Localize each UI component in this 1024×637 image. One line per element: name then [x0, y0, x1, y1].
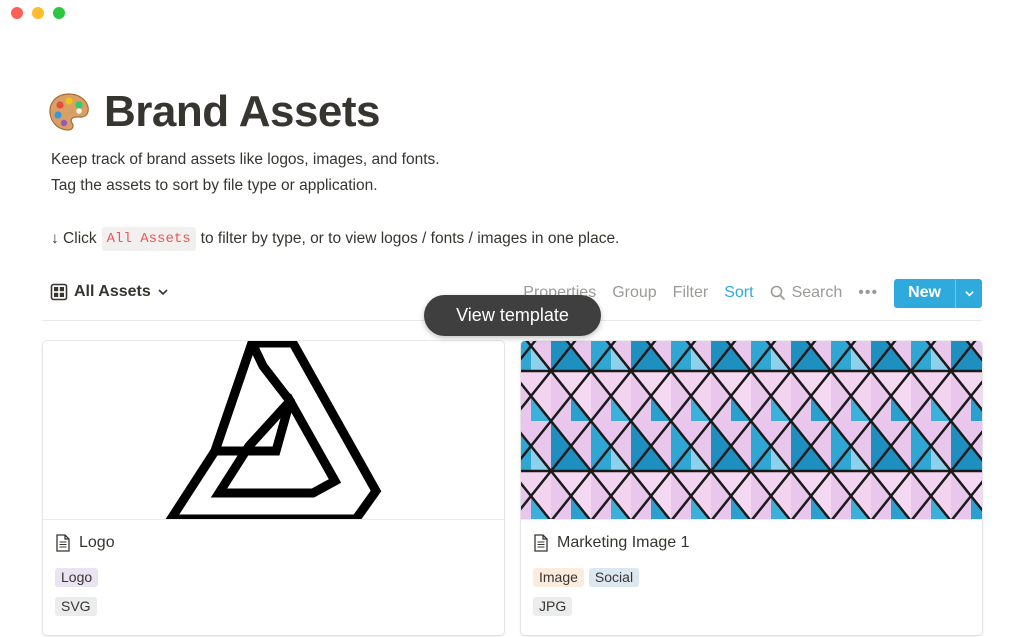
- card-cover-image: [521, 341, 982, 520]
- gallery-card-logo[interactable]: Logo Logo SVG: [43, 341, 504, 635]
- tag-jpg: JPG: [533, 597, 573, 616]
- gallery-icon: [50, 283, 68, 301]
- page-icon: [56, 534, 70, 552]
- tag-social: Social: [588, 568, 640, 587]
- card-tags-format: JPG: [533, 597, 573, 616]
- view-label: All Assets: [74, 283, 151, 300]
- artist-palette-icon[interactable]: [46, 89, 92, 135]
- impossible-triangle-logo: [165, 341, 382, 519]
- filter-button[interactable]: Filter: [673, 284, 709, 302]
- card-title: Logo: [55, 534, 115, 552]
- chevron-down-icon: [158, 289, 168, 296]
- page-description-line-2: Tag the assets to sort by file type or a…: [51, 177, 378, 194]
- card-title-text: Logo: [79, 534, 115, 551]
- page-icon: [534, 534, 548, 552]
- inline-code-chip: All Assets: [101, 227, 196, 251]
- search-icon: [770, 285, 785, 301]
- card-cover-image: [43, 341, 504, 520]
- hint-rest-text: to filter by type, or to view logos / fo…: [200, 230, 620, 247]
- geometric-triangle-facade: [521, 341, 982, 519]
- page-description-line-1: Keep track of brand assets like logos, i…: [51, 151, 440, 168]
- card-title-text: Marketing Image 1: [557, 534, 690, 551]
- tag-image: Image: [533, 568, 584, 587]
- search-button[interactable]: Search: [770, 284, 843, 302]
- card-tags-format: SVG: [55, 597, 97, 616]
- card-title: Marketing Image 1: [533, 534, 690, 552]
- search-label: Search: [791, 284, 843, 301]
- view-template-tooltip[interactable]: View template: [424, 295, 601, 336]
- zoom-window-button[interactable]: [53, 7, 65, 19]
- gallery-card-marketing-image[interactable]: Marketing Image 1 Image Social JPG: [521, 341, 982, 635]
- chevron-down-icon: [964, 290, 974, 297]
- minimize-window-button[interactable]: [32, 7, 44, 19]
- tag-svg: SVG: [55, 597, 97, 616]
- window-controls: [11, 7, 65, 19]
- page-header: Brand Assets: [46, 86, 381, 138]
- card-tags-type: Logo: [55, 568, 99, 587]
- page-hint: ↓ Click All Assets to filter by type, or…: [51, 227, 619, 251]
- new-dropdown-button[interactable]: [955, 278, 982, 308]
- sort-button[interactable]: Sort: [724, 284, 753, 302]
- view-selector[interactable]: All Assets: [50, 283, 169, 301]
- new-button-group: New: [894, 278, 982, 308]
- group-button[interactable]: Group: [612, 284, 656, 302]
- card-tags-type: Image Social: [533, 568, 640, 587]
- more-options-button[interactable]: •••: [858, 284, 878, 302]
- hint-arrow-text: ↓ Click: [51, 230, 97, 247]
- page-title: Brand Assets: [104, 87, 381, 136]
- new-button[interactable]: New: [894, 278, 955, 308]
- close-window-button[interactable]: [11, 7, 23, 19]
- tag-logo: Logo: [55, 568, 99, 587]
